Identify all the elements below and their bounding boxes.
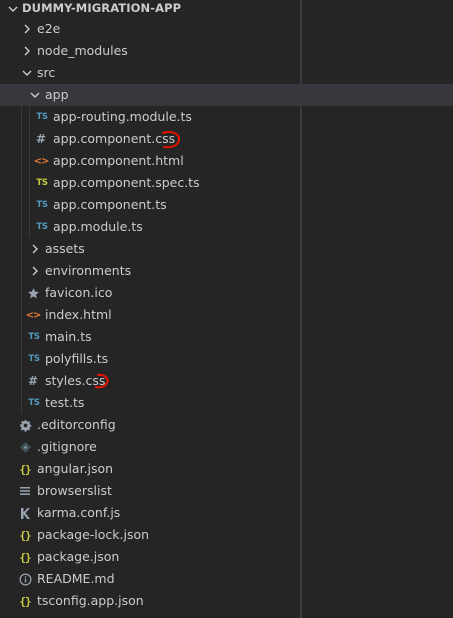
tree-item-angular-json[interactable]: {} angular.json: [0, 458, 453, 480]
tree-item-package-lock-json[interactable]: {} package-lock.json: [0, 524, 453, 546]
tree-item-label: tsconfig.app.json: [37, 593, 144, 608]
typescript-spec-icon: TS: [36, 178, 48, 188]
chevron-right-icon: [28, 242, 42, 256]
html-icon: <>: [33, 155, 50, 167]
tree-item-app[interactable]: app: [0, 84, 453, 106]
tree-item-label: main.ts: [45, 329, 92, 344]
tree-item-app-module-ts[interactable]: TS app.module.ts: [0, 216, 453, 238]
git-diamond-icon: [18, 440, 32, 454]
tree-item-label: README.md: [37, 571, 115, 586]
tree-item-label: app.module.ts: [53, 219, 143, 234]
tree-item-label: angular.json: [37, 461, 114, 476]
chevron-down-icon: [28, 88, 42, 102]
json-icon: {}: [19, 462, 31, 476]
list-lines-icon: [18, 484, 32, 498]
tree-item-label: e2e: [37, 21, 61, 36]
tree-item-label: test.ts: [45, 395, 85, 410]
typescript-icon: TS: [36, 222, 48, 232]
tree-item-src[interactable]: src: [0, 62, 453, 84]
chevron-right-icon: [20, 44, 34, 58]
tree-item-partial: [0, 612, 453, 618]
typescript-icon: TS: [28, 354, 40, 364]
tree-item-label: favicon.ico: [45, 285, 113, 300]
json-icon: {}: [19, 594, 31, 608]
css-icon: #: [35, 132, 47, 146]
explorer-root-header[interactable]: DUMMY-MIGRATION-APP: [0, 0, 453, 18]
tree-item-e2e[interactable]: e2e: [0, 18, 453, 40]
tree-item-label: app.component.css: [53, 131, 176, 146]
typescript-icon: TS: [36, 200, 48, 210]
tree-item-environments[interactable]: environments: [0, 260, 453, 282]
tree-item-label: polyfills.ts: [45, 351, 109, 366]
tree-item-editorconfig[interactable]: .editorconfig: [0, 414, 453, 436]
tree-item-app-component-html[interactable]: <> app.component.html: [0, 150, 453, 172]
tree-item-label: environments: [45, 263, 132, 278]
tree-item-label: index.html: [45, 307, 112, 322]
tree-item-package-json[interactable]: {} package.json: [0, 546, 453, 568]
tree-item-app-component-css[interactable]: # app.component.css: [0, 128, 453, 150]
tree-item-karma-conf-js[interactable]: karma.conf.js: [0, 502, 453, 524]
html-icon: <>: [25, 309, 42, 321]
tree-item-app-component-spec-ts[interactable]: TS app.component.spec.ts: [0, 172, 453, 194]
tree-item-label: app.component.html: [53, 153, 184, 168]
tree-item-label: assets: [45, 241, 85, 256]
chevron-down-icon[interactable]: [6, 2, 20, 16]
tree-item-app-routing-module-ts[interactable]: TS app-routing.module.ts: [0, 106, 453, 128]
star-icon: [26, 286, 40, 300]
typescript-icon: TS: [28, 332, 40, 342]
karma-icon: [18, 506, 32, 520]
tree-item-label: .gitignore: [37, 439, 97, 454]
tree-item-favicon-ico[interactable]: favicon.ico: [0, 282, 453, 304]
tree-item-app-component-ts[interactable]: TS app.component.ts: [0, 194, 453, 216]
info-icon: [18, 572, 32, 586]
tree-item-label: node_modules: [37, 43, 128, 58]
tree-item-gitignore[interactable]: .gitignore: [0, 436, 453, 458]
tree-item-browserslist[interactable]: browserslist: [0, 480, 453, 502]
json-icon: {}: [19, 528, 31, 542]
tree-item-label: package-lock.json: [37, 527, 150, 542]
tree-item-styles-css[interactable]: # styles.css: [0, 370, 453, 392]
tree-item-label: app: [45, 87, 69, 102]
chevron-down-icon: [20, 66, 34, 80]
tree-item-label: src: [37, 65, 56, 80]
css-icon: #: [27, 374, 39, 388]
gear-icon: [18, 418, 32, 432]
tree-item-index-html[interactable]: <> index.html: [0, 304, 453, 326]
tree-item-label: .editorconfig: [37, 417, 116, 432]
chevron-right-icon: [20, 22, 34, 36]
tree-item-test-ts[interactable]: TS test.ts: [0, 392, 453, 414]
tree-item-label: package.json: [37, 549, 120, 564]
typescript-icon: TS: [28, 398, 40, 408]
explorer-root-title: DUMMY-MIGRATION-APP: [22, 1, 182, 15]
tree-item-label: app.component.spec.ts: [53, 175, 200, 190]
tree-item-assets[interactable]: assets: [0, 238, 453, 260]
file-explorer: DUMMY-MIGRATION-APP e2e node_modules src…: [0, 0, 453, 618]
chevron-right-icon: [28, 264, 42, 278]
tree-item-label: browserslist: [37, 483, 112, 498]
tree-item-label: app.component.ts: [53, 197, 167, 212]
tree-item-node-modules[interactable]: node_modules: [0, 40, 453, 62]
json-icon: {}: [19, 550, 31, 564]
sidebar-edge: [300, 0, 302, 618]
tree-item-label: app-routing.module.ts: [53, 109, 192, 124]
typescript-icon: TS: [36, 112, 48, 122]
tree-item-label: karma.conf.js: [37, 505, 121, 520]
tree-item-polyfills-ts[interactable]: TS polyfills.ts: [0, 348, 453, 370]
tree-item-label: styles.css: [45, 373, 106, 388]
tree-item-tsconfig-app-json[interactable]: {} tsconfig.app.json: [0, 590, 453, 612]
tree-item-main-ts[interactable]: TS main.ts: [0, 326, 453, 348]
tree-item-readme-md[interactable]: README.md: [0, 568, 453, 590]
